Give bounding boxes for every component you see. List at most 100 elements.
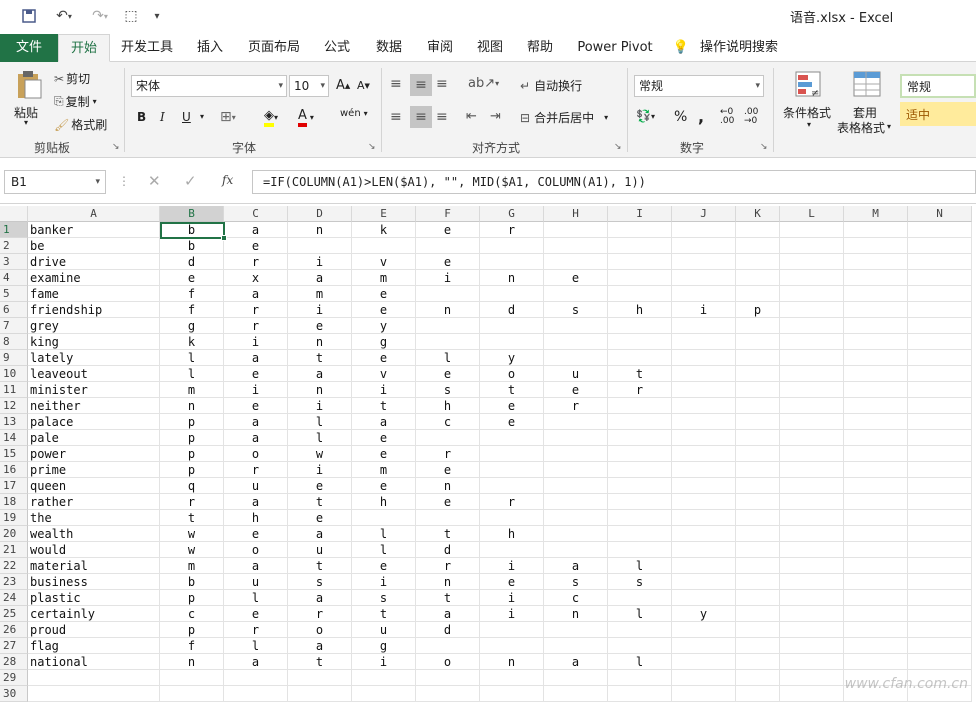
cell-c7[interactable]: r (224, 318, 288, 334)
cond-dropdown-icon[interactable]: ▾ (807, 120, 811, 129)
cell-j9[interactable] (672, 350, 736, 366)
cell-j4[interactable] (672, 270, 736, 286)
cell-e6[interactable]: e (352, 302, 416, 318)
cell-f18[interactable]: e (416, 494, 480, 510)
row-header[interactable]: 22 (0, 558, 28, 574)
cell-j15[interactable] (672, 446, 736, 462)
cell-d5[interactable]: m (288, 286, 352, 302)
cell-i27[interactable] (608, 638, 672, 654)
cell-a5[interactable]: fame (28, 286, 160, 302)
tab-developer[interactable]: 开发工具 (116, 34, 178, 62)
cell-g19[interactable] (480, 510, 544, 526)
cell-i30[interactable] (608, 686, 672, 702)
cell-e1[interactable]: k (352, 222, 416, 238)
column-header-k[interactable]: K (736, 206, 780, 222)
cell-a10[interactable]: leaveout (28, 366, 160, 382)
cell-j5[interactable] (672, 286, 736, 302)
increase-indent-icon[interactable]: ⇥ (490, 109, 501, 124)
row-header[interactable]: 16 (0, 462, 28, 478)
cell-e13[interactable]: a (352, 414, 416, 430)
cell-k1[interactable] (736, 222, 780, 238)
cell-j11[interactable] (672, 382, 736, 398)
cell-i7[interactable] (608, 318, 672, 334)
cell-d18[interactable]: t (288, 494, 352, 510)
cell-k17[interactable] (736, 478, 780, 494)
cell-g1[interactable]: r (480, 222, 544, 238)
cell-k23[interactable] (736, 574, 780, 590)
cell-g27[interactable] (480, 638, 544, 654)
cell-h23[interactable]: s (544, 574, 608, 590)
cell-g24[interactable]: i (480, 590, 544, 606)
underline-dropdown-icon[interactable]: ▾ (200, 112, 204, 121)
cell-n6[interactable] (908, 302, 972, 318)
row-header[interactable]: 10 (0, 366, 28, 382)
copy-button[interactable]: ⎘ 复制 ▾ (54, 93, 97, 110)
cell-a21[interactable]: would (28, 542, 160, 558)
cell-g22[interactable]: i (480, 558, 544, 574)
cell-i14[interactable] (608, 430, 672, 446)
tab-view[interactable]: 视图 (468, 34, 512, 62)
cell-n26[interactable] (908, 622, 972, 638)
row-header[interactable]: 15 (0, 446, 28, 462)
row-header[interactable]: 2 (0, 238, 28, 254)
cell-b8[interactable]: k (160, 334, 224, 350)
cell-a17[interactable]: queen (28, 478, 160, 494)
cell-c6[interactable]: r (224, 302, 288, 318)
cell-b30[interactable] (160, 686, 224, 702)
cell-e30[interactable] (352, 686, 416, 702)
cell-g6[interactable]: d (480, 302, 544, 318)
cell-h16[interactable] (544, 462, 608, 478)
cell-n21[interactable] (908, 542, 972, 558)
cell-k6[interactable]: p (736, 302, 780, 318)
cell-l15[interactable] (780, 446, 844, 462)
border-icon[interactable]: ⊞ ▾ (220, 109, 236, 125)
cell-j29[interactable] (672, 670, 736, 686)
cell-f1[interactable]: e (416, 222, 480, 238)
cell-c30[interactable] (224, 686, 288, 702)
format-painter-button[interactable]: 🖌 格式刷 (54, 116, 107, 133)
cell-e17[interactable]: e (352, 478, 416, 494)
cell-f30[interactable] (416, 686, 480, 702)
row-header[interactable]: 24 (0, 590, 28, 606)
increase-decimal-icon[interactable]: ←0.00 (720, 108, 734, 126)
cell-a1[interactable]: banker (28, 222, 160, 238)
cell-d14[interactable]: l (288, 430, 352, 446)
column-header-i[interactable]: I (608, 206, 672, 222)
cell-f23[interactable]: n (416, 574, 480, 590)
cell-j7[interactable] (672, 318, 736, 334)
tab-insert[interactable]: 插入 (186, 34, 234, 62)
cell-d12[interactable]: i (288, 398, 352, 414)
cell-c27[interactable]: l (224, 638, 288, 654)
cell-m25[interactable] (844, 606, 908, 622)
cell-j12[interactable] (672, 398, 736, 414)
cell-d19[interactable]: e (288, 510, 352, 526)
cell-i4[interactable] (608, 270, 672, 286)
cell-a15[interactable]: power (28, 446, 160, 462)
cell-h25[interactable]: n (544, 606, 608, 622)
save-icon[interactable] (20, 7, 38, 25)
align-center-icon[interactable]: ≡ (410, 106, 432, 128)
cell-h12[interactable]: r (544, 398, 608, 414)
cell-n3[interactable] (908, 254, 972, 270)
cell-m13[interactable] (844, 414, 908, 430)
cell-a4[interactable]: examine (28, 270, 160, 286)
cell-l24[interactable] (780, 590, 844, 606)
cell-b25[interactable]: c (160, 606, 224, 622)
cell-m16[interactable] (844, 462, 908, 478)
cell-i9[interactable] (608, 350, 672, 366)
cell-i12[interactable] (608, 398, 672, 414)
cell-g14[interactable] (480, 430, 544, 446)
align-top-icon[interactable]: ≡ (390, 76, 402, 92)
cell-m19[interactable] (844, 510, 908, 526)
cell-a13[interactable]: palace (28, 414, 160, 430)
cell-l4[interactable] (780, 270, 844, 286)
cell-f3[interactable]: e (416, 254, 480, 270)
cell-a3[interactable]: drive (28, 254, 160, 270)
cell-e15[interactable]: e (352, 446, 416, 462)
cell-g15[interactable] (480, 446, 544, 462)
cell-l9[interactable] (780, 350, 844, 366)
cell-c24[interactable]: l (224, 590, 288, 606)
cell-m4[interactable] (844, 270, 908, 286)
cell-n17[interactable] (908, 478, 972, 494)
cell-g25[interactable]: i (480, 606, 544, 622)
